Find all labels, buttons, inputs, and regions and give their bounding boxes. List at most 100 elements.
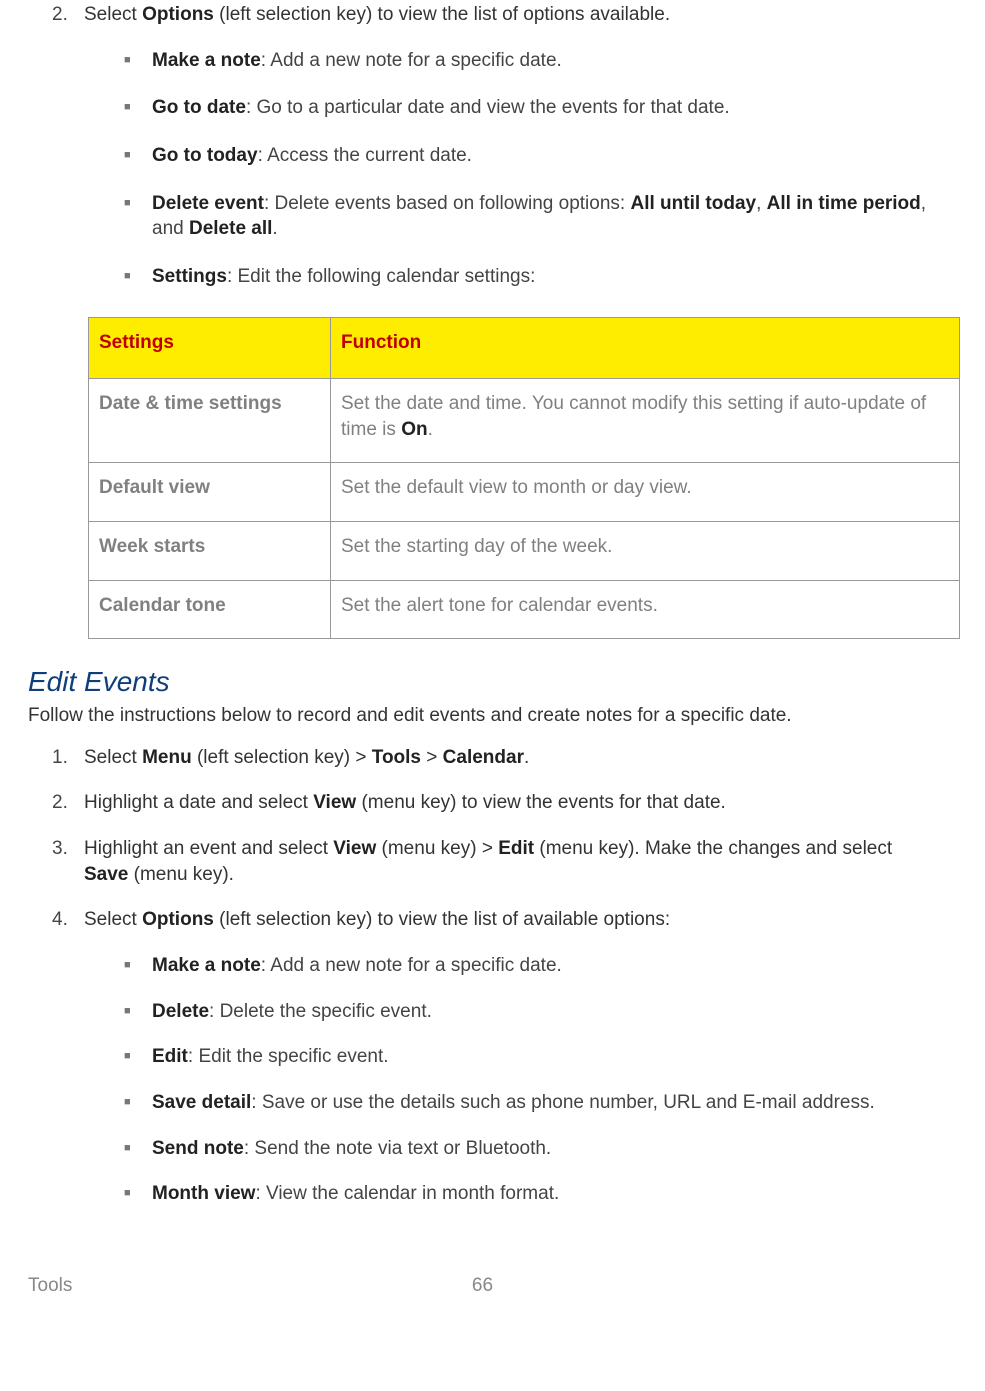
page-footer: Tools 66: [28, 1273, 937, 1315]
list-item: ■Delete: Delete the specific event.: [124, 999, 937, 1025]
bullet-icon: ■: [124, 953, 152, 979]
table-cell-setting: Date & time settings: [89, 379, 331, 463]
table-row: Default view Set the default view to mon…: [89, 463, 960, 522]
options-list: ■Make a note: Add a new note for a speci…: [84, 953, 937, 1207]
text: (left selection key) >: [192, 747, 372, 768]
text: : Delete the specific event.: [209, 1001, 432, 1022]
text-bold: Delete event: [152, 193, 264, 214]
table-cell-setting: Week starts: [89, 522, 331, 581]
step-number: 3.: [52, 836, 84, 887]
step-body: Highlight an event and select View (menu…: [84, 836, 937, 887]
table-row: Calendar tone Set the alert tone for cal…: [89, 580, 960, 639]
text: : Edit the specific event.: [188, 1046, 389, 1067]
table-cell-function: Set the date and time. You cannot modify…: [331, 379, 960, 463]
text: : Edit the following calendar settings:: [227, 266, 535, 287]
text-bold: Options: [142, 4, 214, 25]
step-2: 2. Select Options (left selection key) t…: [52, 2, 937, 303]
table-header: Settings: [89, 318, 331, 379]
list-item: ■Edit: Edit the specific event.: [124, 1044, 937, 1070]
list-body: Send note: Send the note via text or Blu…: [152, 1136, 937, 1162]
list-item: ■Send note: Send the note via text or Bl…: [124, 1136, 937, 1162]
list-body: Settings: Edit the following calendar se…: [152, 264, 937, 290]
table-cell-function: Set the default view to month or day vie…: [331, 463, 960, 522]
text-bold: Make a note: [152, 50, 261, 71]
list-body: Go to date: Go to a particular date and …: [152, 95, 937, 121]
table-row: Week starts Set the starting day of the …: [89, 522, 960, 581]
bullet-icon: ■: [124, 1090, 152, 1116]
bullet-icon: ■: [124, 1136, 152, 1162]
bullet-icon: ■: [124, 48, 152, 74]
text-bold: Menu: [142, 747, 192, 768]
table-cell-function: Set the alert tone for calendar events.: [331, 580, 960, 639]
step-3: 3. Highlight an event and select View (m…: [52, 836, 937, 887]
text: : View the calendar in month format.: [255, 1183, 559, 1204]
text: (menu key). Make the changes and select: [534, 838, 892, 859]
step-2: 2. Highlight a date and select View (men…: [52, 790, 937, 816]
list-body: Delete event: Delete events based on fol…: [152, 191, 937, 242]
bullet-icon: ■: [124, 191, 152, 242]
text: (menu key).: [128, 864, 234, 885]
bullet-icon: ■: [124, 264, 152, 290]
text: Highlight a date and select: [84, 792, 313, 813]
list-item: ■ Make a note: Add a new note for a spec…: [124, 48, 937, 74]
page-content: 2. Select Options (left selection key) t…: [28, 0, 937, 1227]
step-body: Select Menu (left selection key) > Tools…: [84, 745, 937, 771]
list-item: ■ Go to today: Access the current date.: [124, 143, 937, 169]
text: ,: [756, 193, 767, 214]
list-body: Make a note: Add a new note for a specif…: [152, 48, 937, 74]
text-bold: All in time period: [767, 193, 921, 214]
text: .: [272, 218, 277, 239]
step-number: 2.: [52, 790, 84, 816]
text-bold: Save detail: [152, 1092, 251, 1113]
options-list: ■ Make a note: Add a new note for a spec…: [84, 48, 937, 290]
table-header: Function: [331, 318, 960, 379]
list-item: ■Make a note: Add a new note for a speci…: [124, 953, 937, 979]
text: (menu key) to view the events for that d…: [356, 792, 726, 813]
text: (menu key) >: [376, 838, 498, 859]
text-bold: Make a note: [152, 955, 261, 976]
text: Select: [84, 4, 142, 25]
text: : Add a new note for a specific date.: [261, 50, 562, 71]
intro-text: Follow the instructions below to record …: [28, 703, 937, 729]
text: (left selection key) to view the list of…: [214, 909, 670, 930]
list-item: ■Month view: View the calendar in month …: [124, 1181, 937, 1207]
text: : Go to a particular date and view the e…: [246, 97, 730, 118]
table-cell-setting: Default view: [89, 463, 331, 522]
list-item: ■Save detail: Save or use the details su…: [124, 1090, 937, 1116]
list-body: Go to today: Access the current date.: [152, 143, 937, 169]
step-number: 2.: [52, 2, 84, 303]
text: : Access the current date.: [258, 145, 472, 166]
table-cell-function: Set the starting day of the week.: [331, 522, 960, 581]
text-bold: Tools: [372, 747, 421, 768]
text: : Send the note via text or Bluetooth.: [244, 1138, 551, 1159]
text: .: [428, 419, 433, 440]
text: Select: [84, 909, 142, 930]
list-item: ■ Delete event: Delete events based on f…: [124, 191, 937, 242]
bullet-icon: ■: [124, 143, 152, 169]
text: .: [524, 747, 529, 768]
text: Highlight an event and select: [84, 838, 333, 859]
text: (left selection key) to view the list of…: [214, 4, 670, 25]
page-number: 66: [472, 1273, 493, 1299]
text-bold: On: [401, 419, 427, 440]
list-item: ■ Settings: Edit the following calendar …: [124, 264, 937, 290]
list-item: ■ Go to date: Go to a particular date an…: [124, 95, 937, 121]
step-number: 1.: [52, 745, 84, 771]
list-body: Month view: View the calendar in month f…: [152, 1181, 937, 1207]
step-1: 1. Select Menu (left selection key) > To…: [52, 745, 937, 771]
text-bold: Month view: [152, 1183, 255, 1204]
text: : Add a new note for a specific date.: [261, 955, 562, 976]
text: Select: [84, 747, 142, 768]
bullet-icon: ■: [124, 1044, 152, 1070]
text-bold: View: [333, 838, 376, 859]
text-bold: View: [313, 792, 356, 813]
text: >: [421, 747, 443, 768]
step-body: Select Options (left selection key) to v…: [84, 907, 937, 1226]
list-body: Save detail: Save or use the details suc…: [152, 1090, 937, 1116]
text-bold: Go to today: [152, 145, 258, 166]
text-bold: Options: [142, 909, 214, 930]
footer-section: Tools: [28, 1273, 72, 1299]
bullet-icon: ■: [124, 1181, 152, 1207]
text: : Delete events based on following optio…: [264, 193, 631, 214]
text-bold: Go to date: [152, 97, 246, 118]
